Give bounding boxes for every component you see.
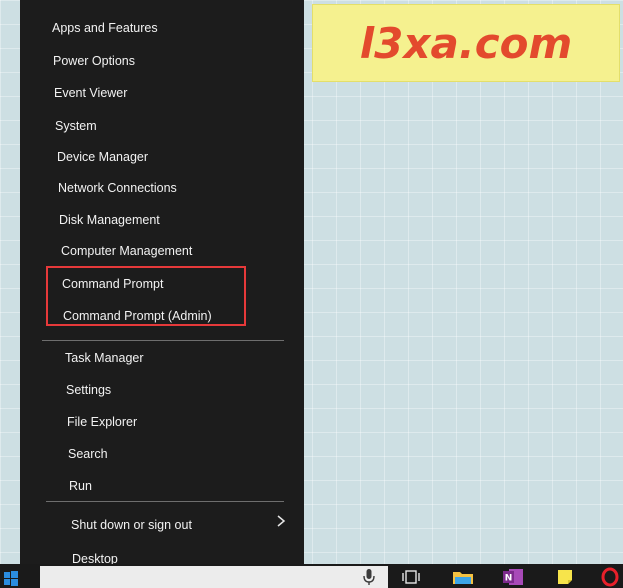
menu-separator xyxy=(42,340,284,341)
menu-item-power-options[interactable]: Power Options xyxy=(53,47,135,75)
opera-icon[interactable] xyxy=(597,566,623,588)
menu-item-disk-management[interactable]: Disk Management xyxy=(59,206,160,234)
menu-item-system[interactable]: System xyxy=(55,112,97,140)
menu-item-computer-management[interactable]: Computer Management xyxy=(61,237,192,265)
chevron-right-icon xyxy=(277,515,286,527)
file-explorer-icon[interactable] xyxy=(450,566,476,588)
task-view-icon[interactable] xyxy=(398,566,424,588)
menu-item-event-viewer[interactable]: Event Viewer xyxy=(54,79,127,107)
menu-item-file-explorer[interactable]: File Explorer xyxy=(67,408,137,436)
svg-text:N: N xyxy=(505,574,513,584)
watermark-text: l3xa.com xyxy=(359,18,573,68)
menu-item-network-connections[interactable]: Network Connections xyxy=(58,174,177,202)
sticky-notes-icon[interactable] xyxy=(552,566,578,588)
taskbar-search-box[interactable] xyxy=(40,566,388,588)
menu-item-apps-and-features[interactable]: Apps and Features xyxy=(52,14,158,42)
menu-item-device-manager[interactable]: Device Manager xyxy=(57,143,148,171)
menu-item-search[interactable]: Search xyxy=(68,440,108,468)
menu-item-shut-down-or-sign-out[interactable]: Shut down or sign out xyxy=(71,511,192,539)
menu-item-run[interactable]: Run xyxy=(69,472,92,500)
command-prompt-highlight-box xyxy=(46,266,246,326)
watermark-logo: l3xa.com xyxy=(312,4,620,82)
menu-item-settings[interactable]: Settings xyxy=(66,376,111,404)
menu-item-task-manager[interactable]: Task Manager xyxy=(65,344,144,372)
onenote-icon[interactable]: N xyxy=(500,566,526,588)
microphone-icon[interactable] xyxy=(356,566,382,588)
windows-start-icon[interactable] xyxy=(0,564,20,588)
menu-separator xyxy=(46,501,284,502)
